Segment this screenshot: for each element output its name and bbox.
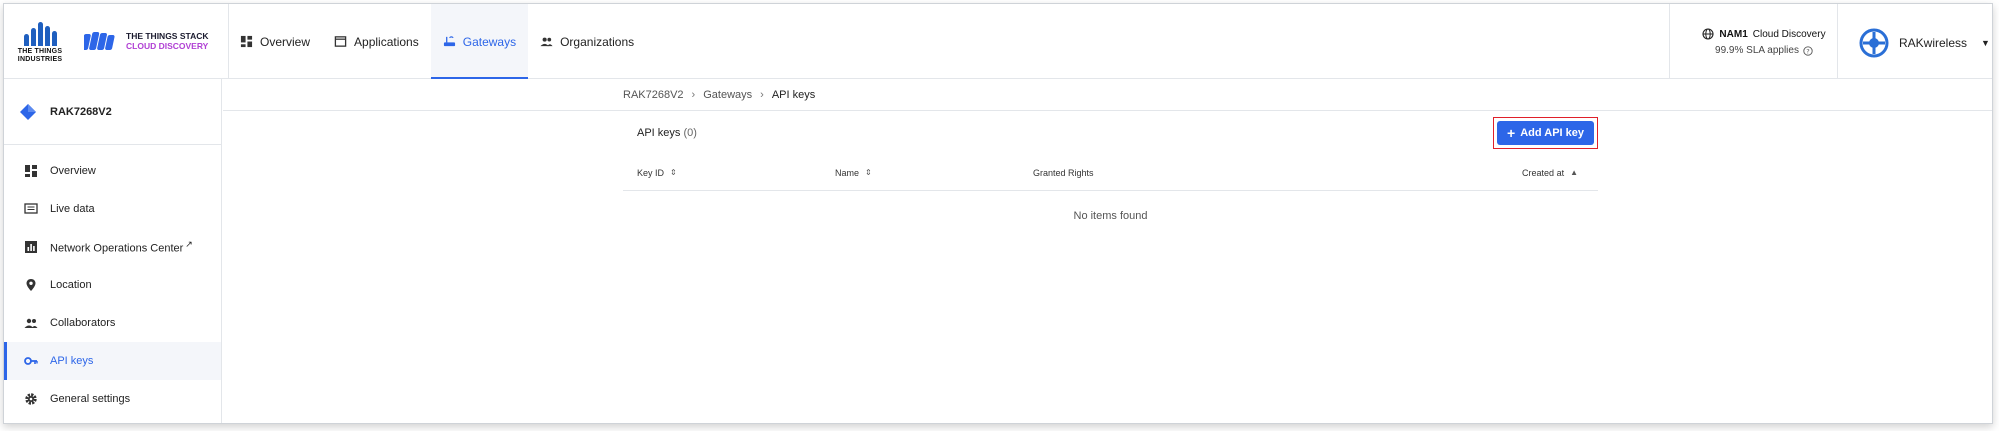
plus-icon: + <box>1507 125 1516 141</box>
main-nav: Overview Applications Gateways Organizat… <box>228 4 646 79</box>
column-label: Created at <box>1522 167 1565 178</box>
organizations-icon <box>540 37 553 47</box>
sidebar: RAK7268V2 Overview Live data Network Ope… <box>4 79 222 423</box>
sidebar-item-label: Live data <box>50 203 95 215</box>
svg-text:?: ? <box>1806 47 1809 55</box>
add-api-key-button[interactable]: + Add API key <box>1497 121 1594 145</box>
stack-logo-line1: THE THINGS STACK <box>126 31 209 41</box>
column-created-at[interactable]: Created at ▲ <box>1522 168 1578 178</box>
external-link-icon: ↗ <box>185 239 193 250</box>
tti-logo-line2: INDUSTRIES <box>17 56 63 63</box>
breadcrumb-item-current: API keys <box>771 89 816 101</box>
overview-icon <box>240 35 253 48</box>
gateway-icon <box>443 36 455 47</box>
sidebar-item-general-settings[interactable]: General settings <box>4 380 221 418</box>
sort-up-icon: ▲ <box>1570 168 1578 177</box>
gateway-entity-icon <box>20 103 36 120</box>
add-api-key-label: Add API key <box>1520 127 1584 139</box>
column-granted-rights: Granted Rights <box>1033 168 1094 178</box>
nav-tab-gateways[interactable]: Gateways <box>430 4 529 79</box>
sidebar-item-network-operations-center[interactable]: Network Operations Center ↗ <box>4 228 221 266</box>
sidebar-item-collaborators[interactable]: Collaborators <box>4 304 221 342</box>
table-header: Key ID ⇕ Name ⇕ Granted Rights Created a… <box>623 155 1598 191</box>
dashboard-icon <box>25 165 37 177</box>
user-name: RAKwireless <box>1899 36 1968 50</box>
main-content: RAK7268V2 › Gateways › API keys API keys… <box>223 79 1992 423</box>
key-icon <box>24 357 38 365</box>
nav-tab-label: Gateways <box>462 34 517 49</box>
sidebar-item-location[interactable]: Location <box>4 266 221 304</box>
api-keys-table: API keys (0) + Add API key Key ID ⇕ Name <box>623 111 1598 241</box>
column-label: Granted Rights <box>1033 167 1094 178</box>
chevron-right-icon: › <box>691 89 696 101</box>
sidebar-item-live-data[interactable]: Live data <box>4 190 221 228</box>
user-menu[interactable]: RAKwireless ▼ <box>1859 28 1990 58</box>
things-stack-logo[interactable]: THE THINGS STACK CLOUD DISCOVERY <box>84 30 208 52</box>
empty-state: No items found <box>1073 210 1148 222</box>
breadcrumb-bar: RAK7268V2 › Gateways › API keys <box>223 79 1992 111</box>
sidebar-gateway-name: RAK7268V2 <box>50 105 112 118</box>
nav-tab-organizations[interactable]: Organizations <box>528 4 646 79</box>
breadcrumb-item-gateway[interactable]: RAK7268V2 <box>623 89 684 101</box>
live-data-icon <box>24 203 38 214</box>
sidebar-item-label: General settings <box>50 393 131 405</box>
header-divider <box>1837 4 1838 79</box>
tti-logo-line1: THE THINGS <box>17 48 63 55</box>
sidebar-item-label: Collaborators <box>50 317 116 329</box>
help-icon[interactable]: ? <box>1803 45 1813 56</box>
sla-text: 99.9% SLA applies <box>1715 45 1799 56</box>
cluster-plan: Cloud Discovery <box>1752 28 1826 40</box>
highlight-box: + Add API key <box>1493 117 1598 149</box>
caret-down-icon: ▼ <box>1981 38 1990 48</box>
sidebar-item-overview[interactable]: Overview <box>4 152 221 190</box>
breadcrumb: RAK7268V2 › Gateways › API keys <box>623 89 815 101</box>
tti-logo[interactable]: THE THINGS INDUSTRIES <box>16 22 64 66</box>
table-title-row: API keys (0) + Add API key <box>623 111 1598 155</box>
sidebar-item-label: API keys <box>50 355 94 367</box>
nav-tab-label: Organizations <box>560 34 635 49</box>
things-stack-logo-icon <box>84 32 115 50</box>
sidebar-item-label: Location <box>50 279 92 291</box>
chevron-right-icon: › <box>760 89 764 101</box>
applications-icon <box>334 36 347 47</box>
column-key-id[interactable]: Key ID ⇕ <box>637 168 677 178</box>
table-count: (0) <box>683 127 697 139</box>
sidebar-header: RAK7268V2 <box>4 79 221 145</box>
sidebar-item-api-keys[interactable]: API keys <box>4 342 221 380</box>
sort-icon: ⇕ <box>865 168 872 177</box>
header-divider <box>1669 4 1670 79</box>
cluster-name: NAM1 <box>1719 28 1748 40</box>
avatar <box>1859 28 1889 58</box>
breadcrumb-item-gateways[interactable]: Gateways <box>703 89 752 101</box>
gear-icon <box>25 393 37 405</box>
sidebar-item-label: Network Operations Center <box>50 242 184 255</box>
column-label: Key ID <box>637 167 665 178</box>
nav-tab-overview[interactable]: Overview <box>228 4 322 79</box>
column-label: Name <box>835 167 860 178</box>
sort-icon: ⇕ <box>670 168 677 177</box>
app-window: THE THINGS INDUSTRIES THE THINGS STACK C… <box>3 3 1993 424</box>
location-pin-icon <box>26 279 36 291</box>
cluster-info[interactable]: NAM1 Cloud Discovery 99.9% SLA applies ? <box>1684 28 1844 56</box>
collaborators-icon <box>24 318 38 328</box>
stack-logo-line2: CLOUD DISCOVERY <box>126 41 209 51</box>
top-header: THE THINGS INDUSTRIES THE THINGS STACK C… <box>4 4 1992 79</box>
sidebar-menu: Overview Live data Network Operations Ce… <box>4 145 221 418</box>
nav-tab-applications[interactable]: Applications <box>322 4 431 79</box>
nav-tab-label: Applications <box>354 34 419 49</box>
column-name[interactable]: Name ⇕ <box>835 168 872 178</box>
sidebar-item-label: Overview <box>50 165 96 177</box>
tti-logo-bars <box>16 22 64 46</box>
chart-icon <box>25 241 37 253</box>
nav-tab-label: Overview <box>260 34 311 49</box>
table-title: API keys <box>637 127 681 139</box>
globe-icon <box>1702 28 1714 40</box>
